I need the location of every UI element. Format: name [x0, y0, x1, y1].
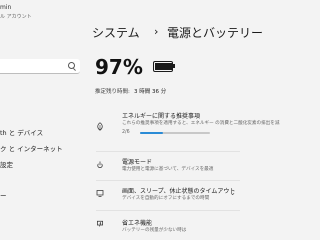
estimate-value: 3 時間 36 分: [134, 89, 167, 95]
search-icon: [68, 62, 75, 69]
divider: [96, 151, 240, 152]
screen-sleep-subtitle: デバイスを自動的にオフにするまでの時間: [122, 196, 210, 201]
energy-saver-title: 省エネ機能: [122, 220, 153, 227]
leaf-icon: [97, 122, 103, 131]
page-title: 電源とバッテリー: [167, 26, 264, 40]
energy-recommendations-row[interactable]: エネルギーに関する推奨事項 これらの推奨事項を適用すると、エネルギー の消費と二…: [88, 108, 279, 152]
battery-tip: [173, 64, 175, 68]
breadcrumb-separator: ›: [154, 25, 159, 38]
breadcrumb-system[interactable]: システム: [92, 24, 140, 41]
main-content: システム › 電源とバッテリー 97% 推定残り時間: 3 時間 36 分 エネ…: [88, 0, 279, 240]
screen-sleep-title: 画面、スリープ、休止状態のタイムアウト: [122, 188, 236, 195]
energy-progress-fill: [140, 132, 164, 134]
energy-progress-label: 2/6: [122, 130, 130, 135]
sidebar-item-bluetooth-devices[interactable]: th と デバイス: [0, 127, 43, 137]
power-mode-icon: [97, 161, 103, 168]
energy-progress-bar: [140, 132, 210, 134]
energy-title: エネルギーに関する推奨事項: [122, 113, 201, 120]
chevron-down-icon: ⌄: [229, 188, 236, 197]
energy-saver-subtitle: バッテリーの残量が少ない時は: [122, 228, 187, 233]
screen-sleep-row[interactable]: 画面、スリープ、休止状態のタイムアウト デバイスを自動的にオフにするまでの時間 …: [88, 182, 240, 209]
energy-subtitle: これらの推奨事項を適用すると、エネルギー の消費と二酸化炭素の排出を減: [122, 121, 280, 126]
divider: [96, 180, 240, 181]
monitor-icon: [96, 190, 104, 197]
battery-percentage: 97%: [95, 55, 143, 79]
user-name: min: [0, 4, 12, 11]
divider: [96, 210, 240, 211]
energy-saver-row[interactable]: 省エネ機能 バッテリーの残量が少ない時は: [88, 212, 240, 240]
battery-saver-icon: [97, 220, 103, 227]
estimate-label: 推定残り時間:: [95, 89, 130, 95]
sidebar-item-personalization[interactable]: 設定: [0, 159, 13, 169]
sidebar-item-network-internet[interactable]: ク と インターネット: [0, 143, 63, 153]
settings-search-input[interactable]: [0, 59, 80, 74]
sidebar-item-apps[interactable]: ー: [0, 190, 7, 200]
power-mode-subtitle: 電力使用と電源に基づいて、デバイスを最適: [122, 167, 214, 172]
battery-icon: [153, 61, 173, 72]
power-mode-title: 電源モード: [122, 159, 153, 166]
sidebar: min ル アカウント th と デバイス ク と インターネット 設定 ー: [0, 0, 88, 240]
user-account-type: ル アカウント: [0, 14, 32, 20]
power-mode-row[interactable]: 電源モード 電力使用と電源に基づいて、デバイスを最適: [88, 153, 240, 179]
battery-level-fill: [155, 63, 173, 70]
